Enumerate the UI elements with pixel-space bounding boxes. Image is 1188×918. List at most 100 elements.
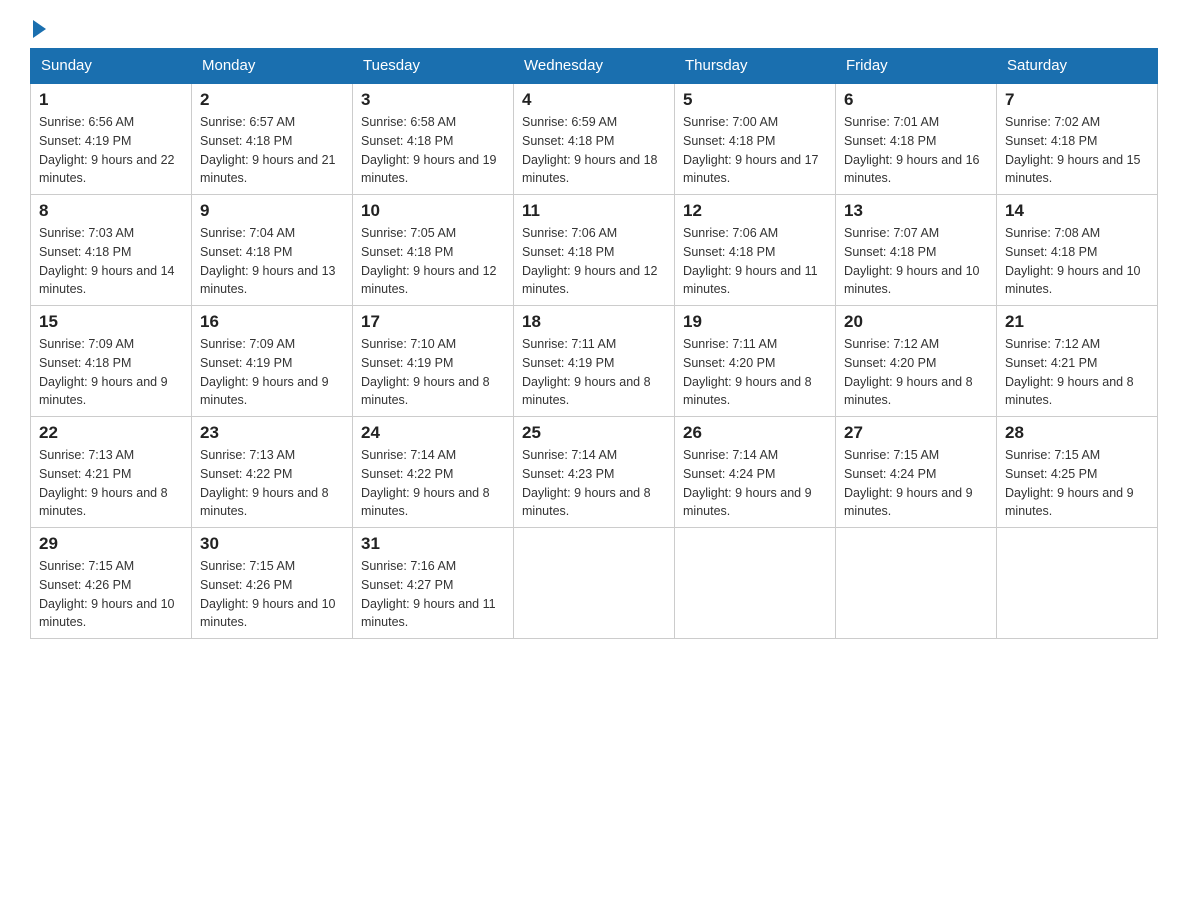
sunrise-text: Sunrise: 7:07 AM — [844, 226, 939, 240]
sunrise-text: Sunrise: 7:09 AM — [39, 337, 134, 351]
day-number: 13 — [844, 201, 988, 221]
sunrise-text: Sunrise: 7:15 AM — [39, 559, 134, 573]
calendar-header-friday: Friday — [836, 49, 997, 84]
calendar-cell: 28Sunrise: 7:15 AMSunset: 4:25 PMDayligh… — [997, 417, 1158, 528]
sunrise-text: Sunrise: 7:06 AM — [522, 226, 617, 240]
daylight-text: Daylight: 9 hours and 9 minutes. — [200, 375, 329, 408]
daylight-text: Daylight: 9 hours and 13 minutes. — [200, 264, 336, 297]
sunset-text: Sunset: 4:18 PM — [361, 245, 453, 259]
calendar-cell: 27Sunrise: 7:15 AMSunset: 4:24 PMDayligh… — [836, 417, 997, 528]
sunrise-text: Sunrise: 7:10 AM — [361, 337, 456, 351]
calendar-cell: 2Sunrise: 6:57 AMSunset: 4:18 PMDaylight… — [192, 83, 353, 195]
calendar-cell: 12Sunrise: 7:06 AMSunset: 4:18 PMDayligh… — [675, 195, 836, 306]
day-number: 29 — [39, 534, 183, 554]
day-info: Sunrise: 7:14 AMSunset: 4:22 PMDaylight:… — [361, 446, 505, 521]
day-number: 1 — [39, 90, 183, 110]
calendar-week-row: 22Sunrise: 7:13 AMSunset: 4:21 PMDayligh… — [31, 417, 1158, 528]
calendar-cell: 22Sunrise: 7:13 AMSunset: 4:21 PMDayligh… — [31, 417, 192, 528]
calendar-cell: 7 Sunrise: 7:02 AMSunset: 4:18 PMDaylight… — [997, 83, 1158, 195]
day-info: Sunrise: 7:13 AMSunset: 4:21 PMDaylight:… — [39, 446, 183, 521]
sunrise-text: Sunrise: 7:09 AM — [200, 337, 295, 351]
daylight-text: Daylight: 9 hours and 8 minutes. — [361, 486, 490, 519]
day-number: 4 — [522, 90, 666, 110]
day-number: 9 — [200, 201, 344, 221]
day-info: Sunrise: 7:16 AMSunset: 4:27 PMDaylight:… — [361, 557, 505, 632]
daylight-text: Daylight: 9 hours and 11 minutes. — [683, 264, 818, 297]
day-number: 16 — [200, 312, 344, 332]
day-info: Sunrise: 7:14 AMSunset: 4:23 PMDaylight:… — [522, 446, 666, 521]
day-number: 17 — [361, 312, 505, 332]
day-number: 23 — [200, 423, 344, 443]
sunset-text: Sunset: 4:19 PM — [361, 356, 453, 370]
sunrise-text: Sunrise: 6:58 AM — [361, 115, 456, 129]
sunset-text: Sunset: 4:27 PM — [361, 578, 453, 592]
sunset-text: Sunset: 4:20 PM — [683, 356, 775, 370]
day-info: Sunrise: 7:15 AMSunset: 4:25 PMDaylight:… — [1005, 446, 1149, 521]
sunset-text: Sunset: 4:18 PM — [361, 134, 453, 148]
sunset-text: Sunset: 4:18 PM — [683, 134, 775, 148]
daylight-text: Daylight: 9 hours and 8 minutes. — [683, 375, 812, 408]
sunset-text: Sunset: 4:20 PM — [844, 356, 936, 370]
daylight-text: Daylight: 9 hours and 21 minutes. — [200, 153, 336, 186]
day-info: Sunrise: 7:01 AMSunset: 4:18 PMDaylight:… — [844, 113, 988, 188]
sunset-text: Sunset: 4:26 PM — [39, 578, 131, 592]
sunrise-text: Sunrise: 7:15 AM — [200, 559, 295, 573]
day-info: Sunrise: 7:06 AMSunset: 4:18 PMDaylight:… — [683, 224, 827, 299]
calendar-cell: 23 Sunrise: 7:13 AMSunset: 4:22 PMDayligh… — [192, 417, 353, 528]
calendar-week-row: 1 Sunrise: 6:56 AM Sunset: 4:19 PM Daylight… — [31, 83, 1158, 195]
day-number: 31 — [361, 534, 505, 554]
calendar-cell: 29Sunrise: 7:15 AMSunset: 4:26 PMDayligh… — [31, 528, 192, 639]
day-info: Sunrise: 7:11 AMSunset: 4:19 PMDaylight:… — [522, 335, 666, 410]
calendar-cell: 16Sunrise: 7:09 AMSunset: 4:19 PMDayligh… — [192, 306, 353, 417]
daylight-text: Daylight: 9 hours and 8 minutes. — [361, 375, 490, 408]
sunset-text: Sunset: 4:19 PM — [39, 134, 131, 148]
calendar-cell: 10Sunrise: 7:05 AMSunset: 4:18 PMDayligh… — [353, 195, 514, 306]
daylight-text: Daylight: 9 hours and 8 minutes. — [844, 375, 973, 408]
sunset-text: Sunset: 4:18 PM — [844, 134, 936, 148]
calendar-week-row: 29 Sunrise: 7:15 AMSunset: 4:26 PMDayligh… — [31, 528, 1158, 639]
day-number: 25 — [522, 423, 666, 443]
day-info: Sunrise: 7:02 AMSunset: 4:18 PMDaylight:… — [1005, 113, 1149, 188]
calendar-header-monday: Monday — [192, 49, 353, 84]
day-info: Sunrise: 7:05 AMSunset: 4:18 PMDaylight:… — [361, 224, 505, 299]
sunrise-text: Sunrise: 7:16 AM — [361, 559, 456, 573]
day-number: 7 — [1005, 90, 1149, 110]
calendar-cell — [997, 528, 1158, 639]
sunrise-text: Sunrise: 7:11 AM — [522, 337, 616, 351]
daylight-text: Daylight: 9 hours and 9 minutes. — [1005, 486, 1134, 519]
day-number: 5 — [683, 90, 827, 110]
calendar-cell: 8Sunrise: 7:03 AMSunset: 4:18 PMDaylight… — [31, 195, 192, 306]
daylight-text: Daylight: 9 hours and 9 minutes. — [844, 486, 973, 519]
calendar-cell: 18Sunrise: 7:11 AMSunset: 4:19 PMDayligh… — [514, 306, 675, 417]
calendar-cell: 14Sunrise: 7:08 AMSunset: 4:18 PMDayligh… — [997, 195, 1158, 306]
sunrise-text: Sunrise: 7:11 AM — [683, 337, 777, 351]
sunset-text: Sunset: 4:18 PM — [1005, 245, 1097, 259]
calendar-cell: 20Sunrise: 7:12 AMSunset: 4:20 PMDayligh… — [836, 306, 997, 417]
calendar-week-row: 8Sunrise: 7:03 AMSunset: 4:18 PMDaylight… — [31, 195, 1158, 306]
sunrise-text: Sunrise: 6:56 AM — [39, 115, 134, 129]
sunset-text: Sunset: 4:25 PM — [1005, 467, 1097, 481]
sunset-text: Sunset: 4:18 PM — [39, 356, 131, 370]
sunrise-text: Sunrise: 7:15 AM — [844, 448, 939, 462]
day-number: 15 — [39, 312, 183, 332]
day-info: Sunrise: 7:15 AMSunset: 4:26 PMDaylight:… — [39, 557, 183, 632]
daylight-text: Daylight: 9 hours and 12 minutes. — [522, 264, 658, 297]
calendar-cell: 4Sunrise: 6:59 AMSunset: 4:18 PMDaylight… — [514, 83, 675, 195]
sunrise-text: Sunrise: 6:59 AM — [522, 115, 617, 129]
logo-arrow-icon — [33, 20, 46, 38]
calendar-cell: 24 Sunrise: 7:14 AMSunset: 4:22 PMDayligh… — [353, 417, 514, 528]
calendar-week-row: 15 Sunrise: 7:09 AM Sunset: 4:18 PM Dayligh… — [31, 306, 1158, 417]
day-info: Sunrise: 7:13 AMSunset: 4:22 PMDaylight:… — [200, 446, 344, 521]
day-number: 24 — [361, 423, 505, 443]
sunset-text: Sunset: 4:18 PM — [522, 245, 614, 259]
calendar-cell: 30Sunrise: 7:15 AMSunset: 4:26 PMDayligh… — [192, 528, 353, 639]
sunrise-text: Sunrise: 7:00 AM — [683, 115, 778, 129]
daylight-text: Daylight: 9 hours and 14 minutes. — [39, 264, 175, 297]
calendar-cell: 19Sunrise: 7:11 AMSunset: 4:20 PMDayligh… — [675, 306, 836, 417]
calendar-header-sunday: Sunday — [31, 49, 192, 84]
day-info: Sunrise: 7:14 AMSunset: 4:24 PMDaylight:… — [683, 446, 827, 521]
sunrise-text: Sunrise: 7:02 AM — [1005, 115, 1100, 129]
day-info: Sunrise: 7:15 AMSunset: 4:26 PMDaylight:… — [200, 557, 344, 632]
daylight-text: Daylight: 9 hours and 9 minutes. — [39, 375, 168, 408]
sunset-text: Sunset: 4:18 PM — [683, 245, 775, 259]
